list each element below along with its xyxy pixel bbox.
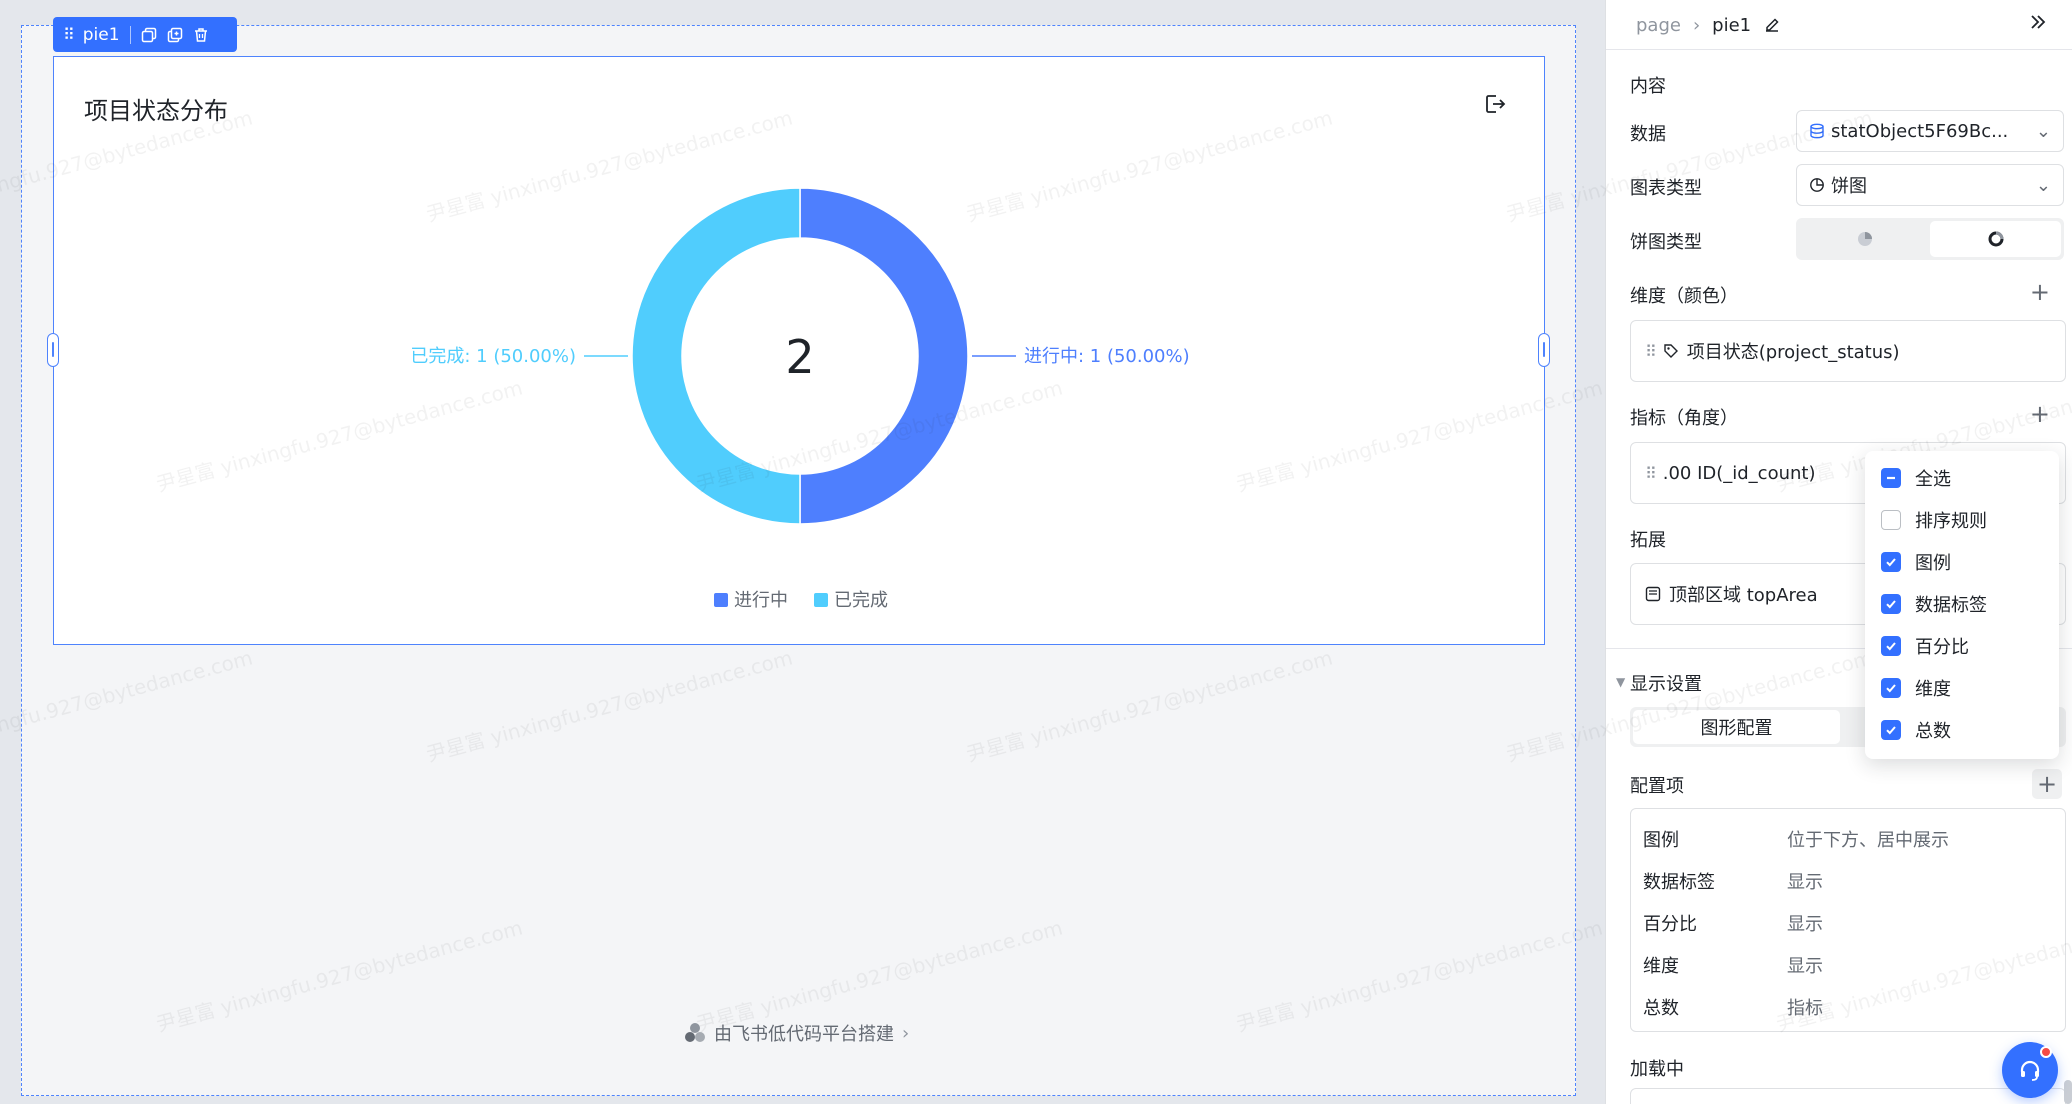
panel-scrollbar[interactable] [2064,1080,2072,1104]
config-row: 图例 位于下方、居中展示 [1643,830,1949,851]
config-row: 总数 指标 [1643,998,1823,1019]
dimension-label: 维度（颜色） [1630,286,1738,307]
area-icon [1645,586,1661,602]
pie-chart: 进行中: 1 (50.00%) 已完成: 1 (50.00%) 2 进行中 已完成 [410,187,1190,611]
loading-field [1630,1088,2066,1104]
footer-brand-link[interactable]: 由飞书低代码平台搭建 › [684,1020,909,1046]
resize-handle-right[interactable] [1538,333,1550,367]
extend-field-name: 顶部区域 topArea [1669,585,1818,606]
dropdown-item-select-all[interactable]: 全选 [1865,457,2059,499]
chevron-right-icon: › [1692,14,1701,36]
config-row: 数据标签 显示 [1643,872,1823,893]
chart-type-label: 图表类型 [1630,178,1702,199]
duplicate-icon[interactable] [167,27,183,43]
legend-label-1[interactable]: 已完成 [834,590,888,611]
checked-checkbox-icon[interactable] [1881,678,1901,698]
dropdown-item-percent[interactable]: 百分比 [1865,625,2059,667]
panel-divider [1606,49,2072,50]
config-items-label: 配置项 [1630,776,1684,797]
config-row: 百分比 显示 [1643,914,1823,935]
display-settings-title[interactable]: 显示设置 [1630,670,1702,696]
checkbox-icon[interactable] [1881,510,1901,530]
lowcode-logo-icon [685,1023,705,1042]
dropdown-item-legend[interactable]: 图例 [1865,541,2059,583]
collapse-panel-icon[interactable] [2028,12,2048,32]
dimension-field-name: 项目状态(project_status) [1686,342,1900,363]
dropdown-item-dimension[interactable]: 维度 [1865,667,2059,709]
pie-type-donut-option[interactable] [1930,221,2061,257]
add-dimension-icon[interactable]: + [2030,280,2050,304]
legend-label-0[interactable]: 进行中 [734,590,788,611]
metric-label: 指标（角度） [1630,408,1738,429]
footer-brand-text: 由飞书低代码平台搭建 [714,1024,894,1045]
headset-icon [2020,1060,2040,1081]
pie-slice-0[interactable] [799,187,969,525]
chevron-down-icon: ⌄ [2035,120,2051,142]
donut-pie-icon [1988,231,2003,247]
dimension-field[interactable]: ⠿ 项目状态(project_status) [1630,320,2066,382]
pie-slice-1[interactable] [631,187,801,525]
notification-dot [2040,1046,2052,1058]
drag-handle-icon[interactable]: ⠿ [1645,464,1657,483]
checked-checkbox-icon[interactable] [1881,594,1901,614]
help-support-button[interactable] [2002,1042,2058,1098]
data-label-0: 进行中: 1 (50.00%) [1024,346,1190,367]
dropdown-item-sort-rule[interactable]: 排序规则 [1865,499,2059,541]
component-toolbar: ⠿ pie1 [53,17,237,52]
tab-graph-config[interactable]: 图形配置 [1633,710,1840,744]
solid-pie-icon [1857,232,1872,246]
toolbar-divider [129,25,131,44]
caret-down-icon[interactable]: ▼ [1616,675,1625,689]
add-config-button[interactable]: + [2032,769,2062,799]
add-metric-icon[interactable]: + [2030,402,2050,426]
drag-handle-icon[interactable]: ⠿ [63,25,75,44]
config-items-box[interactable]: 图例 位于下方、居中展示 数据标签 显示 百分比 显示 维度 显示 总数 指标 [1630,808,2066,1032]
chart-type-value: 饼图 [1831,176,1867,197]
section-content-title: 内容 [1630,76,1666,97]
dropdown-item-data-label[interactable]: 数据标签 [1865,583,2059,625]
chevron-right-icon: › [902,1022,910,1044]
tag-icon [1664,344,1678,358]
metric-field-name: .00 ID(_id_count) [1662,462,1816,484]
dropdown-item-total[interactable]: 总数 [1865,709,2059,751]
pie-type-solid-option[interactable] [1799,221,1930,257]
extend-label: 拓展 [1630,530,1666,551]
pie-type-label: 饼图类型 [1630,232,1702,253]
partial-checkbox-icon[interactable] [1881,468,1901,488]
legend-swatch-1[interactable] [814,593,828,607]
edit-icon[interactable] [1763,16,1781,34]
editor-canvas: 由飞书低代码平台搭建 › ⠿ pie1 项目状态分布 进行中: 1 (50.00… [0,0,1605,1104]
loading-label: 加载中 [1630,1059,1684,1080]
breadcrumb: page › pie1 [1636,10,1781,40]
display-options-dropdown: 全选 排序规则 图例 数据标签 百分比 维度 总数 [1865,451,2059,759]
drag-handle-icon[interactable]: ⠿ [1645,342,1657,361]
checked-checkbox-icon[interactable] [1881,552,1901,572]
resize-handle-left[interactable] [47,333,59,367]
total-value: 2 [785,330,814,384]
data-source-select[interactable]: statObject5F69Bc... ⌄ [1796,110,2064,152]
breadcrumb-root[interactable]: page [1636,15,1681,36]
chart-type-select[interactable]: 饼图 ⌄ [1796,164,2064,206]
data-label-1: 已完成: 1 (50.00%) [410,346,576,367]
copy-icon[interactable] [141,27,157,43]
pie-chart-card[interactable]: 项目状态分布 进行中: 1 (50.00%) 已完成: 1 (50.00%) 2 进行… [53,56,1545,645]
data-source-value: statObject5F69Bc... [1831,120,2009,142]
checked-checkbox-icon[interactable] [1881,636,1901,656]
component-name: pie1 [82,24,120,45]
pie-chart-icon [1810,178,1824,192]
pie-type-segmented [1796,218,2064,260]
legend-swatch-0[interactable] [714,593,728,607]
database-icon [1810,123,1824,139]
chevron-down-icon: ⌄ [2035,174,2051,196]
breadcrumb-current: pie1 [1712,14,1752,36]
data-label: 数据 [1630,124,1666,145]
config-row: 维度 显示 [1643,956,1823,977]
delete-icon[interactable] [193,27,209,43]
checked-checkbox-icon[interactable] [1881,720,1901,740]
